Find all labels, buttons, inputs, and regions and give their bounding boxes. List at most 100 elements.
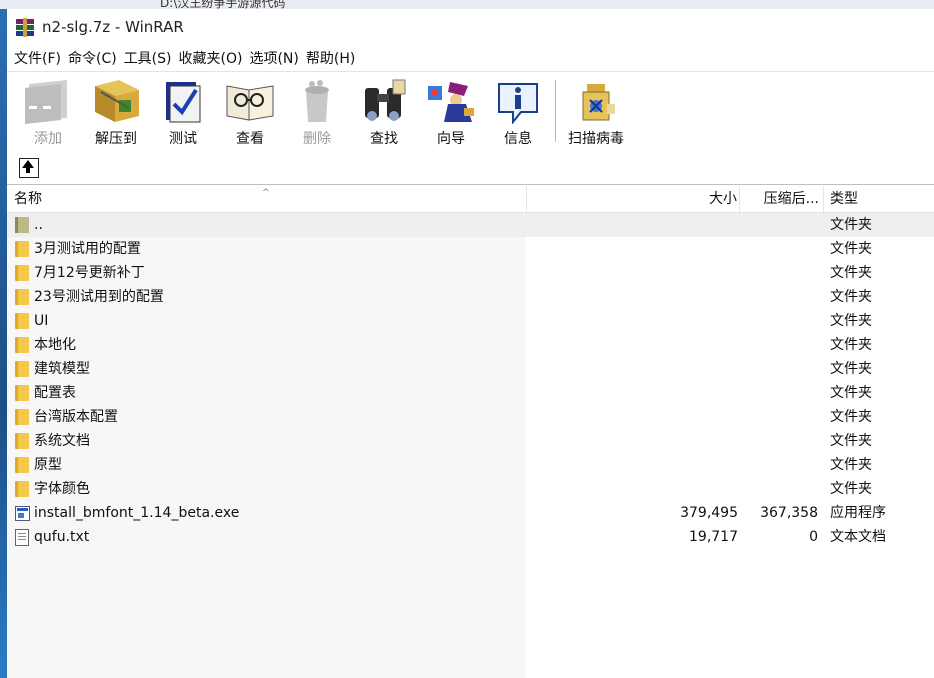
- menu-bar: 文件(F) 命令(C) 工具(S) 收藏夹(O) 选项(N) 帮助(H): [7, 45, 934, 71]
- file-name: UI: [34, 313, 49, 329]
- file-row[interactable]: 原型 文件夹: [7, 453, 934, 477]
- file-type: 文件夹: [830, 433, 872, 449]
- file-packed-size: [740, 261, 818, 285]
- view-button[interactable]: 查看: [217, 74, 283, 150]
- folder-icon: [15, 385, 29, 401]
- add-button-label: 添加: [34, 131, 62, 147]
- menu-favorites[interactable]: 收藏夹(O): [176, 48, 246, 68]
- menu-tools[interactable]: 工具(S): [121, 48, 175, 68]
- file-size: [527, 357, 738, 381]
- file-name: 系统文档: [34, 433, 90, 449]
- path-bar: [7, 152, 934, 185]
- test-icon: [156, 78, 210, 124]
- file-row[interactable]: qufu.txt 19,717 0 文本文档: [7, 525, 934, 549]
- file-size: [527, 381, 738, 405]
- file-name: 3月测试用的配置: [34, 241, 141, 257]
- file-name: 本地化: [34, 337, 76, 353]
- file-type: 文件夹: [830, 313, 872, 329]
- file-row[interactable]: .. 文件夹: [7, 213, 934, 237]
- delete-button[interactable]: 删除: [284, 74, 350, 150]
- file-name: ..: [34, 217, 43, 233]
- folder-icon: [15, 361, 29, 377]
- file-type: 文件夹: [830, 409, 872, 425]
- file-row[interactable]: 建筑模型 文件夹: [7, 357, 934, 381]
- file-name: install_bmfont_1.14_beta.exe: [34, 505, 240, 521]
- file-row[interactable]: 7月12号更新补丁 文件夹: [7, 261, 934, 285]
- file-size: [527, 405, 738, 429]
- file-list: 名称 ^ 大小 压缩后... 类型 .. 文件夹 3月测试用的配置 文件夹 7月12号更…: [7, 186, 934, 678]
- file-packed-size: [740, 357, 818, 381]
- column-header-type[interactable]: 类型: [824, 186, 934, 212]
- file-packed-size: [740, 285, 818, 309]
- file-row[interactable]: 配置表 文件夹: [7, 381, 934, 405]
- file-row[interactable]: 本地化 文件夹: [7, 333, 934, 357]
- file-row[interactable]: 字体颜色 文件夹: [7, 477, 934, 501]
- file-row[interactable]: 台湾版本配置 文件夹: [7, 405, 934, 429]
- extract-to-button[interactable]: 解压到: [83, 74, 149, 150]
- add-books-icon: [21, 78, 75, 124]
- folder-icon: [15, 481, 29, 497]
- column-header-size[interactable]: 大小: [527, 186, 740, 212]
- up-folder-button[interactable]: [19, 158, 39, 178]
- wizard-button-label: 向导: [437, 131, 465, 147]
- file-size: [527, 477, 738, 501]
- file-row[interactable]: install_bmfont_1.14_beta.exe 379,495 367,3…: [7, 501, 934, 525]
- file-size: [527, 285, 738, 309]
- file-name: 7月12号更新补丁: [34, 265, 145, 281]
- folder-icon: [15, 241, 29, 257]
- wizard-icon: [424, 78, 478, 124]
- file-type: 文件夹: [830, 361, 872, 377]
- menu-options[interactable]: 选项(N): [246, 48, 301, 68]
- menu-commands[interactable]: 命令(C): [65, 48, 120, 68]
- virus-scan-icon: [569, 78, 623, 124]
- file-packed-size: [740, 405, 818, 429]
- find-button-label: 查找: [370, 131, 398, 147]
- winrar-app-icon: [15, 17, 35, 37]
- test-button[interactable]: 测试: [150, 74, 216, 150]
- file-type: 文件夹: [830, 289, 872, 305]
- file-type: 文件夹: [830, 481, 872, 497]
- info-button-label: 信息: [504, 131, 532, 147]
- view-icon: [223, 78, 277, 124]
- file-name: 23号测试用到的配置: [34, 289, 164, 305]
- file-size: [527, 333, 738, 357]
- file-name: 配置表: [34, 385, 76, 401]
- test-button-label: 测试: [169, 131, 197, 147]
- file-packed-size: [740, 333, 818, 357]
- toolbar-separator: [555, 80, 556, 142]
- file-packed-size: [740, 453, 818, 477]
- add-button[interactable]: 添加: [15, 74, 81, 150]
- file-row[interactable]: 系统文档 文件夹: [7, 429, 934, 453]
- file-size: [527, 213, 738, 237]
- virus-scan-button-label: 扫描病毒: [568, 131, 624, 147]
- file-row[interactable]: UI 文件夹: [7, 309, 934, 333]
- file-packed-size: [740, 429, 818, 453]
- title-bar[interactable]: n2-slg.7z - WinRAR: [7, 9, 934, 45]
- file-type: 文件夹: [830, 385, 872, 401]
- menu-help[interactable]: 帮助(H): [303, 48, 358, 68]
- file-name: 建筑模型: [34, 361, 90, 377]
- virus-scan-button[interactable]: 扫描病毒: [561, 74, 631, 150]
- file-type: 文件夹: [830, 265, 872, 281]
- sort-ascending-icon: ^: [262, 188, 270, 198]
- file-name: 台湾版本配置: [34, 409, 118, 425]
- folder-icon: [15, 289, 29, 305]
- folder-icon: [15, 313, 29, 329]
- file-packed-size: 367,358: [760, 505, 818, 521]
- view-button-label: 查看: [236, 131, 264, 147]
- menu-file[interactable]: 文件(F): [11, 48, 64, 68]
- column-header-packed[interactable]: 压缩后...: [740, 186, 824, 212]
- file-packed-size: [740, 381, 818, 405]
- file-type: 文件夹: [830, 217, 872, 233]
- find-button[interactable]: 查找: [351, 74, 417, 150]
- file-row[interactable]: 23号测试用到的配置 文件夹: [7, 285, 934, 309]
- folder-icon: [15, 337, 29, 353]
- info-button[interactable]: 信息: [485, 74, 551, 150]
- file-size: [527, 453, 738, 477]
- find-binoculars-icon: [357, 78, 411, 124]
- file-row[interactable]: 3月测试用的配置 文件夹: [7, 237, 934, 261]
- delete-icon: [290, 78, 344, 124]
- file-size: [527, 237, 738, 261]
- wizard-button[interactable]: 向导: [418, 74, 484, 150]
- delete-button-label: 删除: [303, 131, 331, 147]
